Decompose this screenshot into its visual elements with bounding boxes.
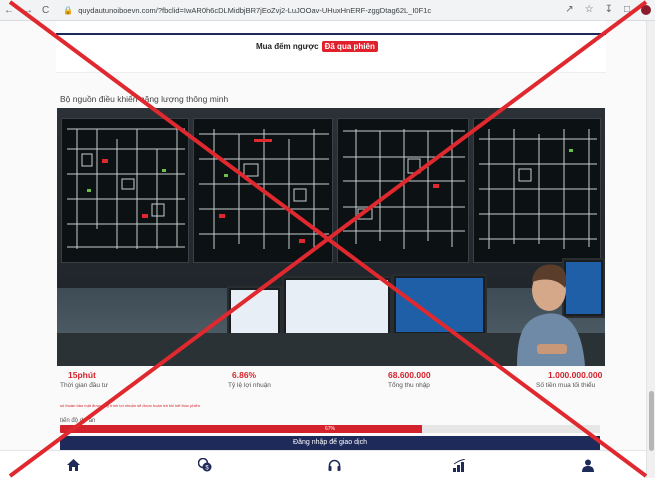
image-panel [473,118,601,263]
stat-value: 1.000.000.000 [548,370,603,380]
reload-icon[interactable]: C [42,5,49,16]
stat-label: Tỷ lệ lợi nhuận [228,382,271,389]
stat-min-amount: 1.000.000.000 Số tiền mua tối thiểu [536,370,602,389]
header-bar [56,33,606,35]
disclaimer-note: số thuần bảo mật được quy trình lợi nhuậ… [60,403,200,408]
home-icon[interactable] [64,456,82,474]
window-icon[interactable]: □ [624,4,630,15]
status-badge: Đã qua phiên [321,41,378,52]
image-panel [193,118,333,263]
star-icon[interactable]: ☆ [585,4,594,15]
stat-duration: 15phút Thời gian đầu tư [60,370,108,389]
stat-profit-rate: 6.86% Tỷ lệ lợi nhuận [228,370,271,389]
progress-label: tiến độ dự án [60,418,96,424]
product-title: Bộ nguồn điều khiển năng lượng thông min… [60,94,229,104]
stat-label: Tổng thu nhập [388,382,430,389]
address-bar[interactable]: quydautunoiboevn.com/?fbclid=IwAR0h6cDLM… [78,6,431,15]
user-icon[interactable] [579,456,597,474]
stat-value: 6.86% [232,370,257,380]
product-image [57,108,605,366]
image-monitor [227,286,282,338]
profile-avatar[interactable] [641,4,651,15]
browser-nav: ← → C [4,5,49,16]
image-person [517,264,585,366]
image-monitor [392,274,487,336]
back-icon[interactable]: ← [4,5,14,16]
image-panel [61,118,189,263]
countdown-label: Mua đếm ngược [256,42,319,51]
progress-percent: 67% [324,426,335,432]
progress-bar: 67% [60,425,600,433]
countdown: Mua đếm ngược Đã qua phiên [256,41,378,52]
bottom-nav: $ [0,450,646,478]
chart-icon[interactable] [451,456,469,474]
stat-value: 15phút [68,370,96,380]
countdown-strip: Mua đếm ngược Đã qua phiên [56,21,606,73]
stat-label: Thời gian đầu tư [60,382,109,389]
stat-total-income: 68.600.000 Tổng thu nhập [388,370,431,389]
image-panel [337,118,469,263]
scrollbar[interactable] [646,21,655,478]
stat-label: Số tiền mua tối thiểu [536,382,596,389]
stat-value: 68.600.000 [388,370,431,380]
download-icon[interactable]: ↧ [605,4,613,15]
forward-icon[interactable]: → [23,5,33,16]
scrollbar-thumb[interactable] [649,391,654,451]
browser-tools: ↗ ☆ ↧ □ [565,4,651,15]
login-button[interactable]: Đăng nhập để giao dịch [60,436,600,450]
stats-row: 15phút Thời gian đầu tư 6.86% Tỷ lệ lợi … [60,370,610,396]
headset-icon[interactable] [325,456,343,474]
coins-icon[interactable]: $ [196,456,214,474]
lock-icon[interactable]: 🔒 [63,6,73,15]
browser-toolbar: ← → C 🔒 quydautunoiboevn.com/?fbclid=IwA… [0,0,655,21]
image-monitor [282,276,392,340]
share-icon[interactable]: ↗ [565,4,573,15]
